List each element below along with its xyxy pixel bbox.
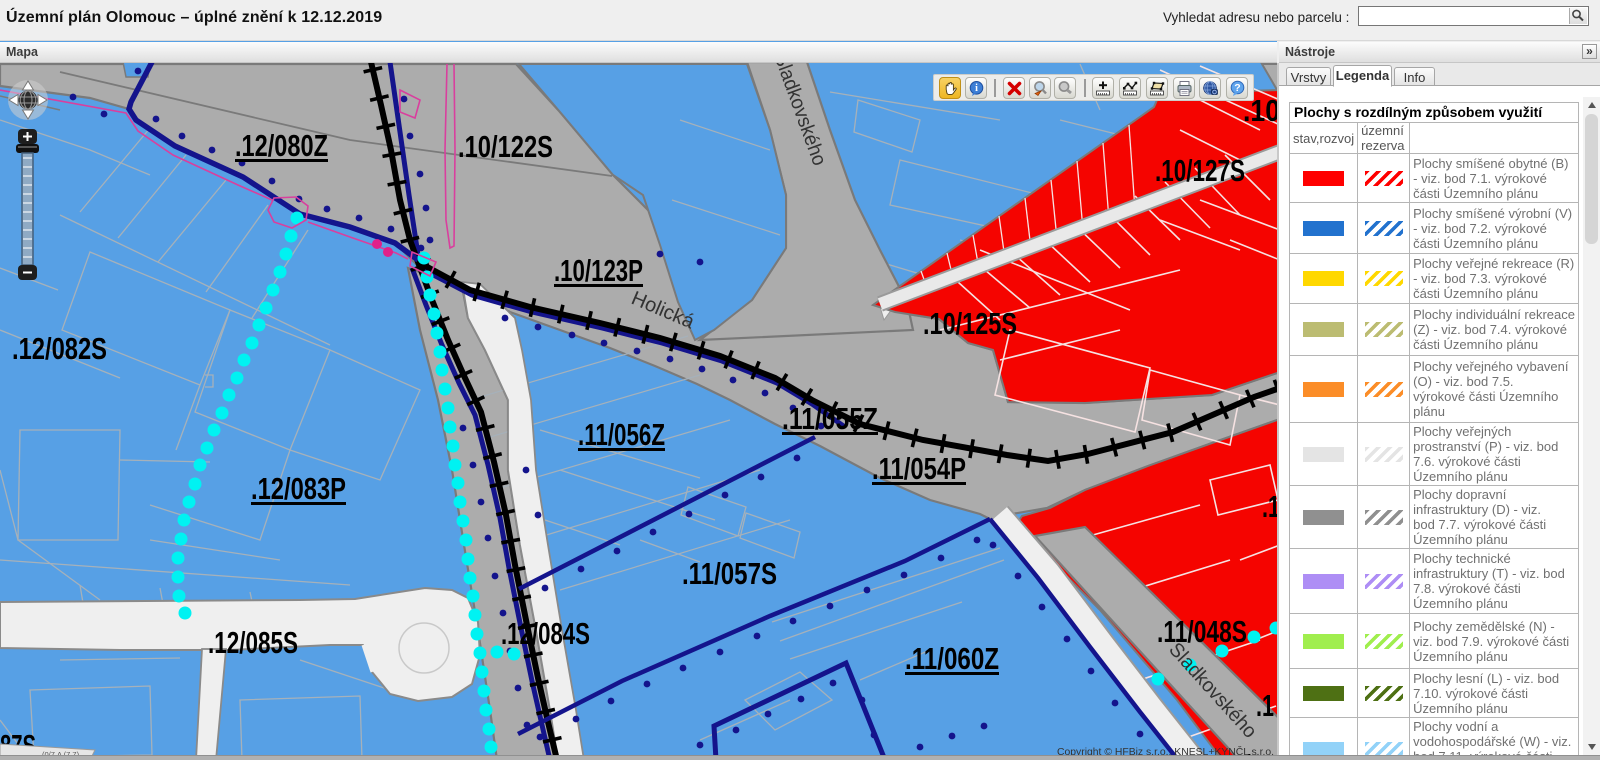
- svg-text:.1: .1: [1262, 489, 1277, 524]
- svg-text:.10/122S: .10/122S: [458, 129, 553, 164]
- svg-text:.1: .1: [1256, 688, 1274, 723]
- svg-text:.12/082S: .12/082S: [12, 331, 107, 366]
- svg-text:?: ?: [1234, 82, 1240, 94]
- svg-text:.12/083P: .12/083P: [251, 471, 346, 506]
- svg-text:.10/125S: .10/125S: [923, 306, 1017, 341]
- svg-text:.10/127S: .10/127S: [1155, 153, 1245, 188]
- svg-text:.11/060Z: .11/060Z: [905, 641, 999, 676]
- svg-text:.12/085S: .12/085S: [208, 625, 298, 660]
- svg-text:.12/084S: .12/084S: [501, 616, 590, 651]
- svg-text:.11/055Z: .11/055Z: [782, 401, 878, 436]
- svg-text:.10/123P: .10/123P: [554, 253, 643, 288]
- svg-text:.11/056Z: .11/056Z: [578, 417, 665, 452]
- svg-text:i: i: [975, 83, 978, 94]
- svg-text:.11/048S: .11/048S: [1157, 614, 1247, 649]
- svg-text:.12/080Z: .12/080Z: [235, 128, 328, 163]
- svg-text:.11/054P: .11/054P: [872, 451, 966, 486]
- svg-text:.11/057S: .11/057S: [682, 556, 777, 591]
